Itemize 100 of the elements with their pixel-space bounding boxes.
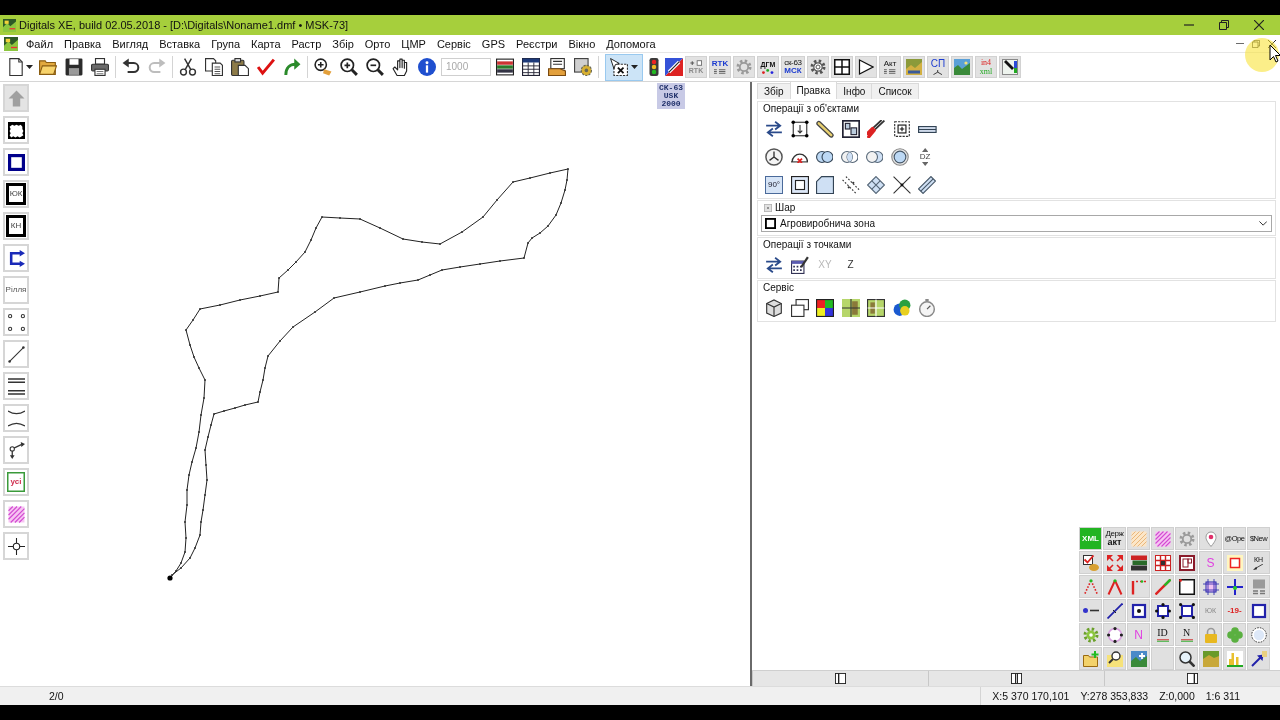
hatch-pattern-button[interactable] bbox=[3, 500, 29, 528]
caret-icon[interactable] bbox=[26, 65, 33, 69]
pliers-icon[interactable] bbox=[867, 120, 885, 138]
sp-button[interactable]: СП bbox=[927, 56, 949, 78]
paperclip-icon[interactable] bbox=[665, 58, 683, 76]
box-gear-icon[interactable] bbox=[574, 58, 592, 76]
circle-points-button[interactable] bbox=[1103, 623, 1126, 646]
checkmark-icon[interactable] bbox=[257, 58, 275, 76]
dz-button[interactable]: DZ bbox=[916, 148, 935, 166]
derzh-akt-button[interactable]: Держ акт bbox=[1103, 527, 1126, 550]
tab[interactable]: Інфо bbox=[836, 83, 873, 99]
menu-item[interactable]: Файл bbox=[26, 37, 54, 50]
map-document-button[interactable] bbox=[903, 56, 925, 78]
zoom-in-icon[interactable] bbox=[340, 58, 358, 76]
parallel-lines-button[interactable] bbox=[3, 372, 29, 400]
line-segment-button[interactable] bbox=[3, 340, 29, 368]
rtk-list-button[interactable]: RTK bbox=[709, 56, 731, 78]
magnifier-hand-icon[interactable] bbox=[314, 58, 332, 76]
square-outline-button[interactable] bbox=[1247, 599, 1270, 622]
nineteen-button[interactable]: -19- bbox=[1223, 599, 1246, 622]
new-document-icon[interactable] bbox=[7, 58, 25, 76]
kn-button[interactable]: КН bbox=[3, 212, 29, 240]
search-button[interactable] bbox=[1175, 647, 1198, 670]
menu-item[interactable]: Вікно bbox=[568, 37, 596, 50]
clock-icon[interactable] bbox=[765, 148, 783, 166]
yuk-button[interactable]: ЮК bbox=[3, 180, 29, 208]
color-grid-icon[interactable] bbox=[816, 299, 834, 317]
corner-points-button[interactable] bbox=[3, 308, 29, 336]
crosshair-button[interactable] bbox=[3, 532, 29, 560]
act-button[interactable]: Акт bbox=[879, 56, 901, 78]
tab[interactable]: Список bbox=[871, 83, 919, 99]
split-view-icon[interactable] bbox=[1011, 673, 1022, 684]
n-button[interactable]: N bbox=[1175, 623, 1198, 646]
diamond-cross-icon[interactable] bbox=[867, 176, 885, 194]
layers-icon[interactable] bbox=[496, 58, 514, 76]
tab[interactable]: Збір bbox=[757, 83, 791, 99]
map-pin-button[interactable] bbox=[1199, 527, 1222, 550]
dotted-triangle-button[interactable] bbox=[1079, 575, 1102, 598]
table-icon[interactable] bbox=[522, 58, 540, 76]
split-view-icon[interactable] bbox=[1187, 673, 1198, 684]
color-circles-icon[interactable] bbox=[892, 299, 911, 317]
arrow-note-button[interactable] bbox=[1247, 647, 1270, 670]
copy-icon[interactable] bbox=[205, 58, 223, 76]
frame-plus-icon[interactable] bbox=[892, 120, 911, 138]
close-icon[interactable] bbox=[1268, 39, 1276, 48]
window-grid-button[interactable] bbox=[831, 56, 853, 78]
magnifier-note-button[interactable] bbox=[1103, 647, 1126, 670]
calendar-pencil-icon[interactable] bbox=[790, 256, 809, 274]
play-button[interactable] bbox=[855, 56, 877, 78]
window-layout-icon[interactable] bbox=[841, 120, 860, 138]
menu-item[interactable]: Група bbox=[211, 37, 241, 50]
pen-button[interactable] bbox=[999, 56, 1021, 78]
restore-icon[interactable] bbox=[1219, 20, 1229, 30]
folder-plus-button[interactable] bbox=[1079, 647, 1102, 670]
curved-lines-button[interactable] bbox=[3, 404, 29, 432]
menu-item[interactable]: Орто bbox=[364, 37, 391, 50]
diagonal-bar-icon[interactable] bbox=[816, 120, 834, 138]
landscape-button[interactable] bbox=[951, 56, 973, 78]
usi-button[interactable]: усі bbox=[3, 468, 29, 496]
app-menu-icon[interactable] bbox=[4, 36, 18, 51]
double-bar-icon[interactable] bbox=[918, 125, 937, 133]
square-handles-button[interactable] bbox=[1151, 599, 1174, 622]
pages-icon[interactable] bbox=[790, 299, 809, 317]
selection-tool-button[interactable] bbox=[605, 53, 643, 81]
corner-lines-button[interactable] bbox=[1127, 575, 1150, 598]
rillia-button[interactable]: Рілля bbox=[3, 276, 29, 304]
gear-button[interactable] bbox=[807, 56, 829, 78]
folder-icon[interactable] bbox=[39, 58, 57, 76]
coordinate-button[interactable]: Z bbox=[841, 260, 860, 270]
menu-item[interactable]: Сервіс bbox=[436, 37, 471, 50]
menu-item[interactable]: Растр bbox=[291, 37, 322, 50]
document-hand-icon[interactable] bbox=[548, 58, 566, 76]
book-stack-button[interactable] bbox=[1127, 551, 1150, 574]
curved-arrow-icon[interactable] bbox=[283, 58, 301, 76]
rotate-button[interactable]: 90° bbox=[765, 176, 783, 194]
crop-square-button[interactable] bbox=[1199, 575, 1222, 598]
minimize-icon[interactable] bbox=[1236, 42, 1244, 45]
id-button[interactable]: ID bbox=[1151, 623, 1174, 646]
undo-icon[interactable] bbox=[122, 58, 140, 76]
menu-item[interactable]: Карта bbox=[251, 37, 281, 50]
expand-arrows-button[interactable] bbox=[1103, 551, 1126, 574]
grid-map-button[interactable] bbox=[1151, 551, 1174, 574]
clipboard-icon[interactable] bbox=[231, 58, 249, 76]
dotted-square-button[interactable] bbox=[1127, 599, 1150, 622]
square-button[interactable] bbox=[3, 148, 29, 176]
printer-icon[interactable] bbox=[91, 58, 109, 76]
menu-item[interactable]: Збір bbox=[332, 37, 354, 50]
square-corners-button[interactable] bbox=[1175, 599, 1198, 622]
menu-item[interactable]: Допомога bbox=[606, 37, 656, 50]
crosshair-lines-button[interactable] bbox=[1223, 575, 1246, 598]
ring-icon[interactable] bbox=[890, 148, 909, 166]
diagonal-stripe-icon[interactable] bbox=[918, 176, 936, 194]
dotted-diagonal-icon[interactable] bbox=[841, 176, 860, 194]
menu-item[interactable]: Вставка bbox=[159, 37, 201, 50]
scissors-icon[interactable] bbox=[179, 58, 197, 76]
layer-dropdown[interactable]: Агровиробнича зона bbox=[761, 215, 1272, 232]
tab[interactable]: Правка bbox=[789, 81, 838, 99]
triangle-lines-button[interactable] bbox=[1103, 575, 1126, 598]
menu-item[interactable]: Реєстри bbox=[516, 37, 558, 50]
square-inset-icon[interactable] bbox=[790, 176, 809, 194]
